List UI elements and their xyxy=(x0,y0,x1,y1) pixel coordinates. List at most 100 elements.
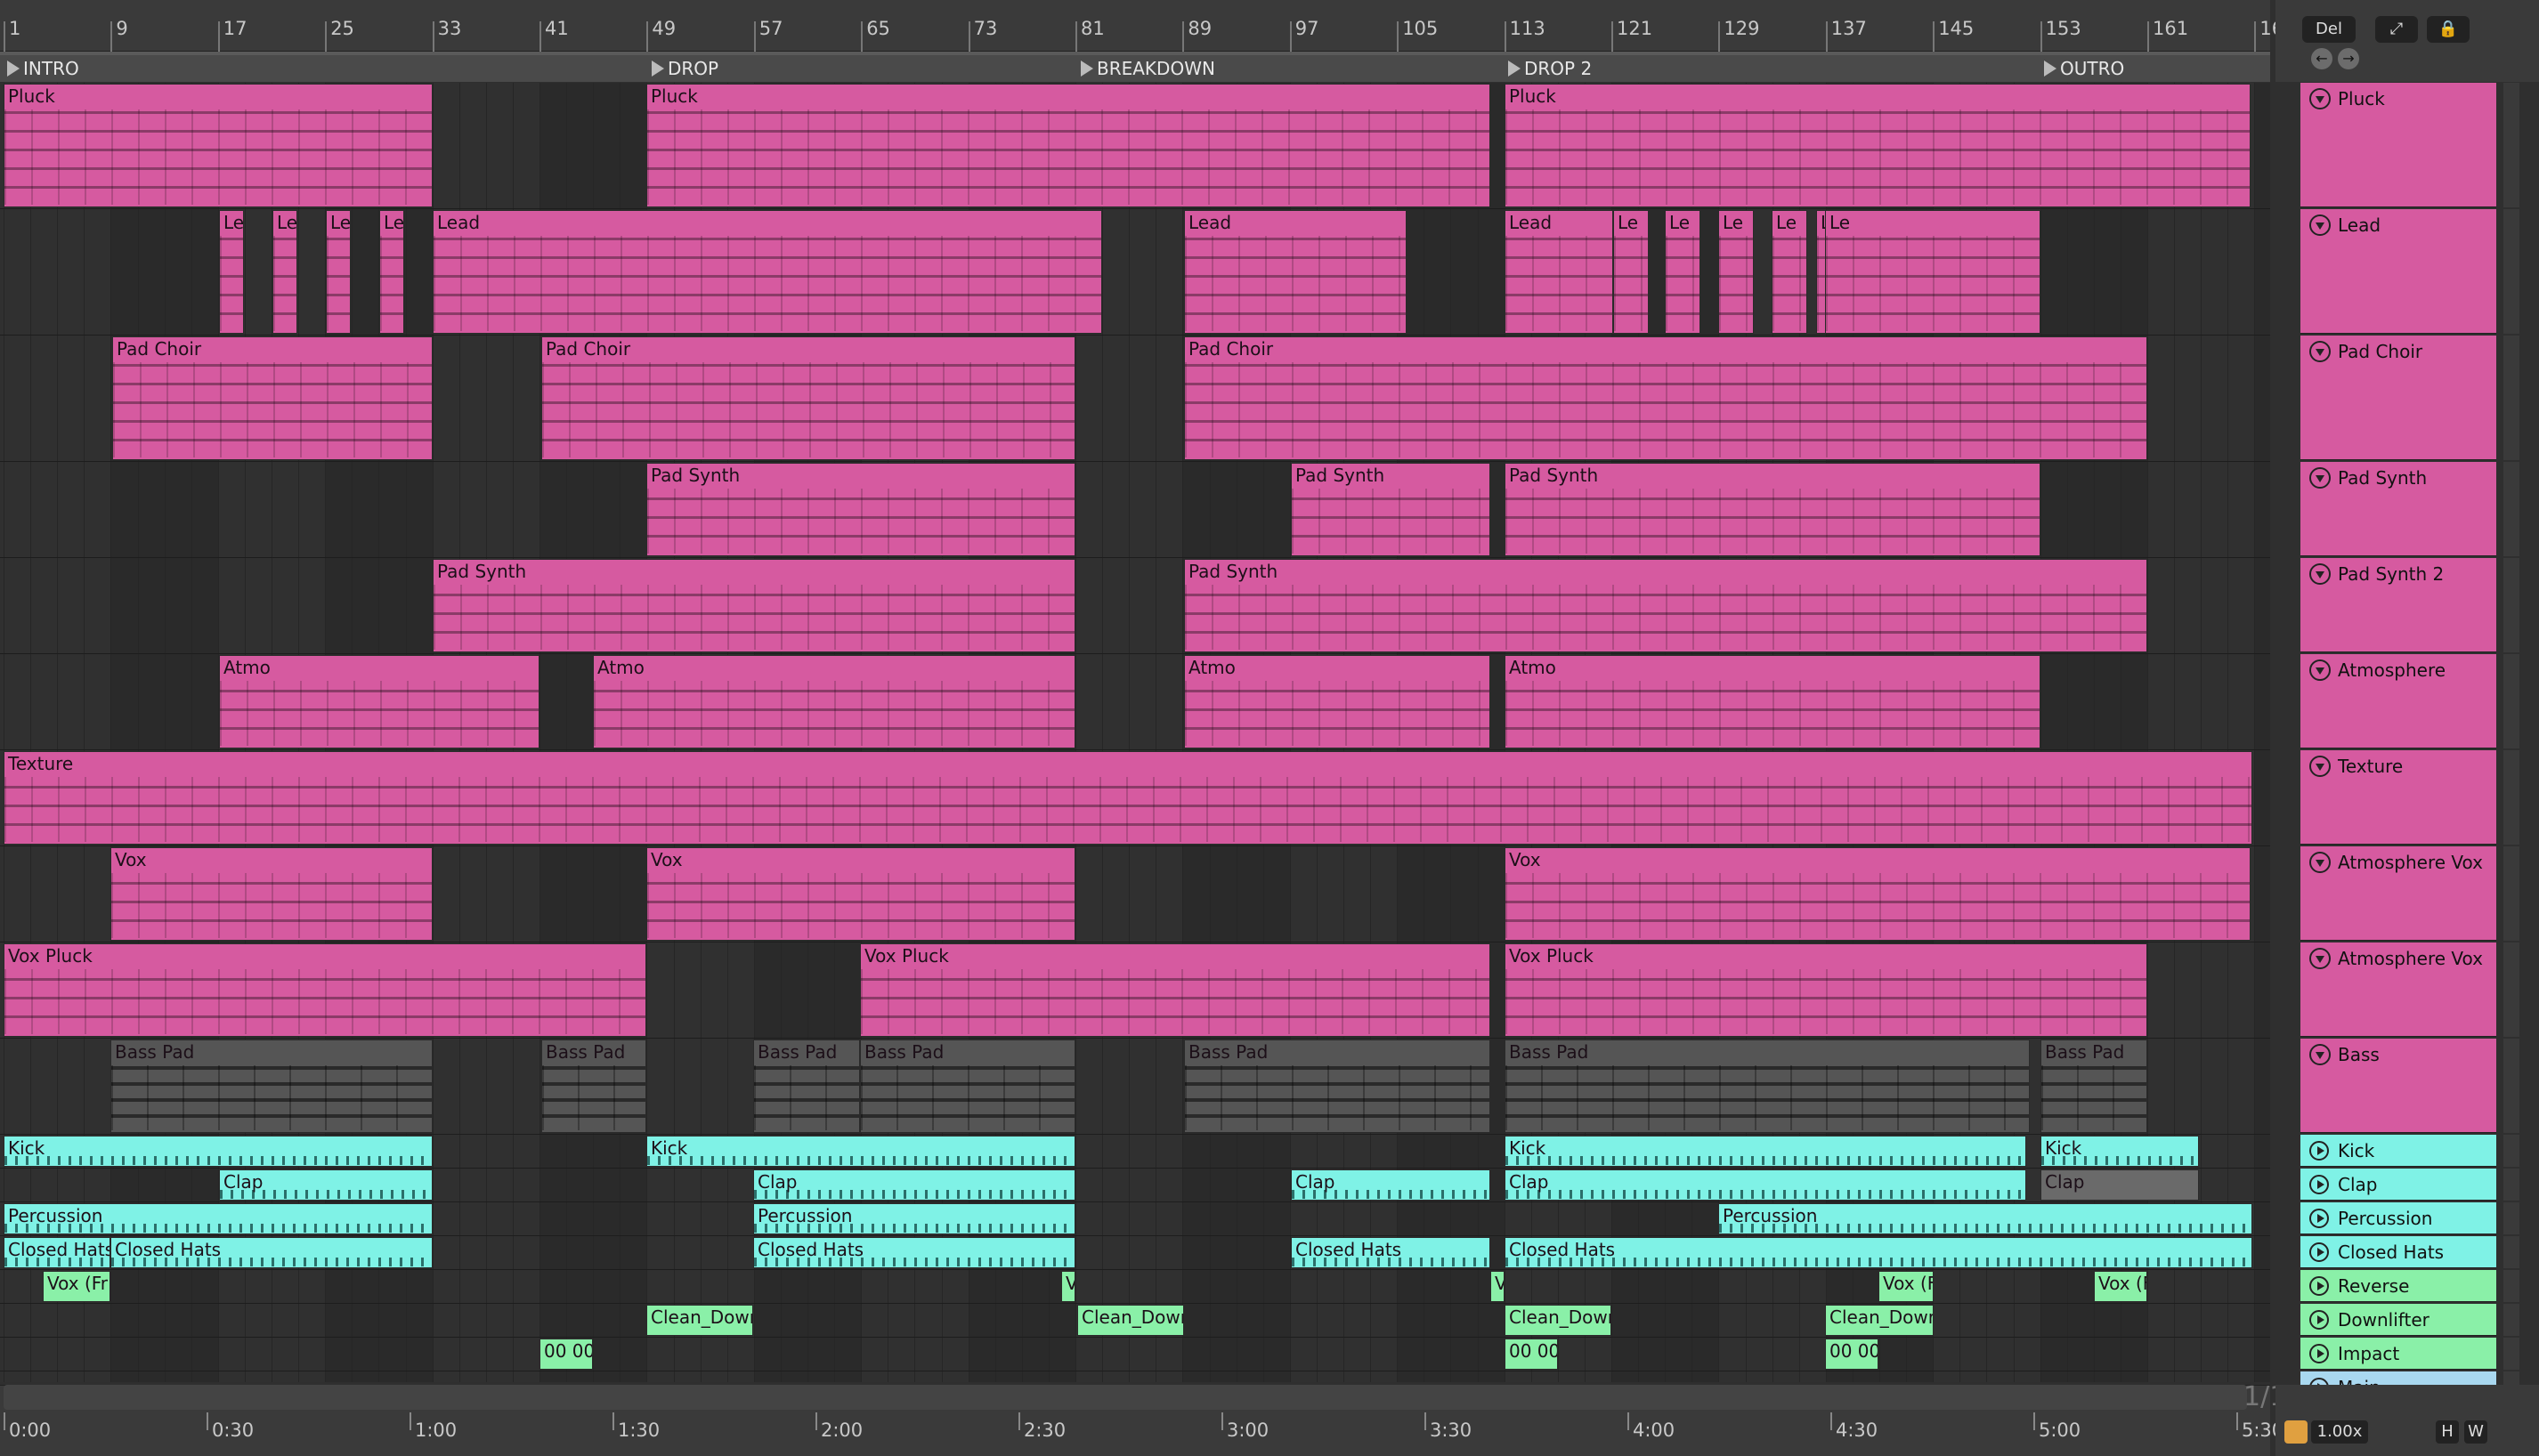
clip[interactable]: Kick xyxy=(1505,1136,2026,1167)
arrow-left-icon[interactable]: ← xyxy=(2311,48,2332,69)
track-lane[interactable] xyxy=(0,1371,2270,1382)
track-header-impact[interactable]: Impact xyxy=(2300,1338,2496,1370)
clip[interactable]: Vox (F xyxy=(1878,1271,1934,1302)
clip[interactable]: Clap xyxy=(1505,1169,2026,1201)
clip[interactable]: Percussion xyxy=(4,1203,433,1234)
clip[interactable]: Le xyxy=(1665,210,1700,334)
clip[interactable]: Vox (Fr xyxy=(43,1271,110,1302)
clip[interactable]: Le xyxy=(1613,210,1649,334)
clip[interactable]: Pad Synth xyxy=(646,463,1075,556)
locator-bar[interactable]: INTRO DROP BREAKDOWN DROP 2 OUTRO xyxy=(0,55,2270,82)
clip[interactable]: Lea xyxy=(326,210,351,334)
clip[interactable]: Le xyxy=(272,210,297,334)
clip[interactable]: Closed Hats xyxy=(753,1237,1075,1268)
track-resize-handle[interactable] xyxy=(2503,1135,2519,1167)
locator-breakdown[interactable]: BREAKDOWN xyxy=(1077,55,1215,82)
track-resize-handle[interactable] xyxy=(2503,1338,2519,1370)
cpu-meter-icon[interactable] xyxy=(2284,1420,2308,1444)
clip[interactable]: Atmo xyxy=(1505,655,2040,748)
clip[interactable]: Clap xyxy=(1291,1169,1490,1201)
clip[interactable]: 00 00 xyxy=(539,1339,593,1370)
clip[interactable]: Vox Pluck xyxy=(860,943,1490,1037)
track-header-bass[interactable]: Bass xyxy=(2300,1039,2496,1133)
fold-chevron-icon[interactable] xyxy=(2309,214,2331,236)
track-lane[interactable] xyxy=(0,1338,2270,1371)
track-header-pad-synth-2[interactable]: Pad Synth 2 xyxy=(2300,558,2496,652)
track-header-percussion[interactable]: Percussion xyxy=(2300,1202,2496,1234)
clip[interactable]: Closed Hats xyxy=(110,1237,433,1268)
fold-chevron-icon[interactable] xyxy=(2309,948,2331,969)
fold-chevron-icon[interactable] xyxy=(2309,1044,2331,1065)
fold-chevron-icon[interactable] xyxy=(2309,563,2331,585)
locator-intro[interactable]: INTRO xyxy=(4,55,79,82)
clip[interactable]: Clean_Dowr xyxy=(1825,1305,1934,1336)
track-resize-handle[interactable] xyxy=(2503,1270,2519,1302)
clip[interactable]: V xyxy=(1061,1271,1075,1302)
horizontal-scrollbar[interactable] xyxy=(4,1385,2247,1410)
clip[interactable]: Vox xyxy=(646,847,1075,941)
play-icon[interactable] xyxy=(2309,1209,2329,1228)
clip[interactable]: Pad Synth xyxy=(1291,463,1490,556)
track-header-downlifter[interactable]: Downlifter xyxy=(2300,1304,2496,1336)
clip[interactable]: Lead xyxy=(1184,210,1407,334)
beat-time-ruler[interactable]: 1 9 17 25 33 41 49 57 65 73 81 89 97 105 113 121 129 137 1… xyxy=(0,0,2295,52)
track-resize-handle[interactable] xyxy=(2503,654,2519,748)
clip[interactable]: Pad Choir xyxy=(112,336,433,460)
clip[interactable]: Percussion xyxy=(1718,1203,2252,1234)
track-header-pad-synth[interactable]: Pad Synth xyxy=(2300,462,2496,556)
clip[interactable]: Vox Pluck xyxy=(4,943,646,1037)
locator-outro[interactable]: OUTRO xyxy=(2040,55,2124,82)
delete-button[interactable]: Del xyxy=(2302,16,2356,43)
h-button[interactable]: H xyxy=(2436,1420,2459,1444)
clip[interactable]: Kick xyxy=(646,1136,1075,1167)
locator-drop-2[interactable]: DROP 2 xyxy=(1505,55,1592,82)
clip[interactable]: Le xyxy=(1718,210,1754,334)
track-resize-handle[interactable] xyxy=(2503,942,2519,1037)
w-button[interactable]: W xyxy=(2464,1420,2487,1444)
clip[interactable]: Atmo xyxy=(219,655,539,748)
clip[interactable]: Clap xyxy=(219,1169,433,1201)
track-header-closed-hats[interactable]: Closed Hats xyxy=(2300,1236,2496,1268)
lock-icon[interactable]: 🔒 xyxy=(2427,16,2470,43)
clip[interactable]: Pad Synth xyxy=(433,559,1075,652)
clip[interactable]: Kick xyxy=(2040,1136,2199,1167)
track-header-lead[interactable]: Lead xyxy=(2300,209,2496,334)
clip[interactable]: Pad Choir xyxy=(1184,336,2147,460)
clip[interactable]: Le xyxy=(1772,210,1807,334)
clip[interactable]: Clap xyxy=(2040,1169,2199,1201)
clip[interactable]: Lead xyxy=(1505,210,1613,334)
track-header-reverse[interactable]: Reverse xyxy=(2300,1270,2496,1302)
fold-chevron-icon[interactable] xyxy=(2309,659,2331,681)
track-header-pad-choir[interactable]: Pad Choir xyxy=(2300,336,2496,460)
expand-icon[interactable]: ⤢ xyxy=(2375,16,2418,43)
track-resize-handle[interactable] xyxy=(2503,462,2519,556)
clip[interactable]: Clap xyxy=(753,1169,1075,1201)
clip[interactable]: Pluck xyxy=(4,84,433,207)
track-resize-handle[interactable] xyxy=(2503,846,2519,941)
clip[interactable]: Vox (F xyxy=(2094,1271,2147,1302)
clip[interactable]: Vox xyxy=(1505,847,2251,941)
clip[interactable]: 00 00 xyxy=(1825,1339,1878,1370)
clip[interactable]: Vox Pluck xyxy=(1505,943,2147,1037)
track-resize-handle[interactable] xyxy=(2503,558,2519,652)
clip[interactable]: Pad Synth xyxy=(1184,559,2147,652)
clip[interactable]: Le xyxy=(219,210,244,334)
track-resize-handle[interactable] xyxy=(2503,1236,2519,1268)
clip[interactable]: Clean_Dowr xyxy=(1077,1305,1184,1336)
clip[interactable]: Pad Choir xyxy=(541,336,1075,460)
fold-chevron-icon[interactable] xyxy=(2309,341,2331,362)
clip[interactable]: Bass Pad xyxy=(110,1039,433,1133)
fold-chevron-icon[interactable] xyxy=(2309,756,2331,777)
clip[interactable]: Closed Hats xyxy=(1505,1237,2252,1268)
track-resize-handle[interactable] xyxy=(2503,750,2519,845)
track-header-atmosphere-vox[interactable]: Atmosphere Vox xyxy=(2300,942,2496,1037)
clip[interactable]: Vox xyxy=(110,847,433,941)
track-header-atmosphere-vox[interactable]: Atmosphere Vox xyxy=(2300,846,2496,941)
track-resize-handle[interactable] xyxy=(2503,1371,2519,1405)
arrow-right-icon[interactable]: → xyxy=(2338,48,2359,69)
play-icon[interactable] xyxy=(2309,1276,2329,1296)
play-icon[interactable] xyxy=(2309,1242,2329,1262)
track-resize-handle[interactable] xyxy=(2503,336,2519,460)
track-resize-handle[interactable] xyxy=(2503,83,2519,207)
play-icon[interactable] xyxy=(2309,1175,2329,1194)
